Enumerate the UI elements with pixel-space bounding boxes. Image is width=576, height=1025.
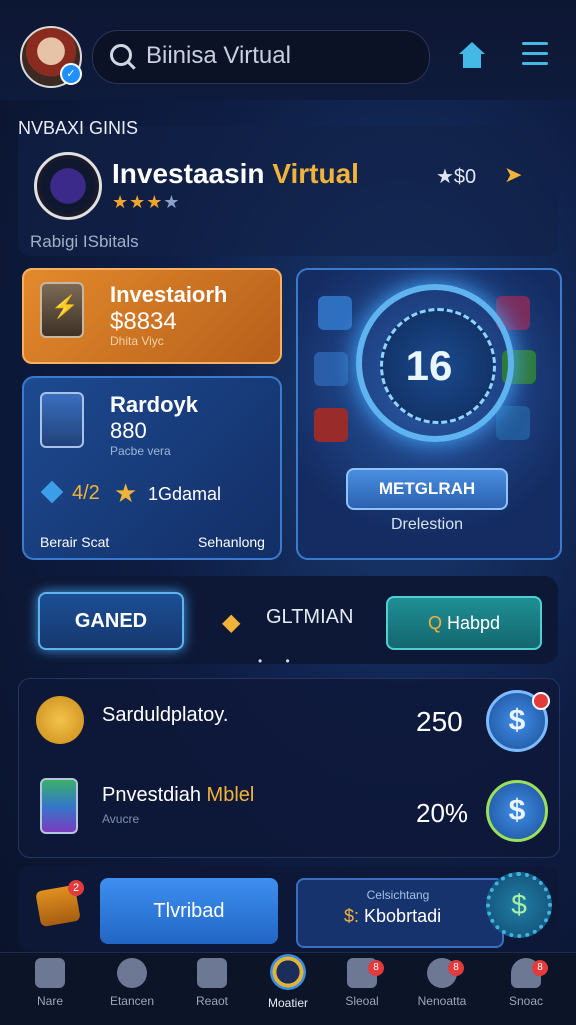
star-rating: ★★★★ xyxy=(112,192,181,213)
profile-name-accent: Virtual xyxy=(272,158,359,189)
gear-dollar-icon[interactable]: $ xyxy=(486,872,552,938)
investment-value: $8834 xyxy=(110,308,177,335)
search-icon xyxy=(117,958,147,988)
list-item-sub: Avucre xyxy=(102,812,140,826)
nav-item-search[interactable]: Etancen xyxy=(100,958,164,1008)
profile-sub-label: Rabigi ISbitals xyxy=(30,232,139,251)
stats-sub: Pacbe vera xyxy=(110,444,171,458)
profile-name: Investaasin Virtual xyxy=(112,158,359,190)
home-icon xyxy=(35,958,65,988)
tab-help[interactable]: Q Habpd xyxy=(386,596,542,650)
rating-value: ★$0 xyxy=(436,166,477,188)
list-item-label-accent: Mblel xyxy=(206,784,255,806)
stats-title: Rardoyk xyxy=(110,392,199,417)
nav-badge: 8 xyxy=(532,960,548,976)
chart-icon xyxy=(314,408,348,442)
tab-help-label: Habpd xyxy=(446,613,501,633)
nav-item-monitor[interactable]: Moatier xyxy=(256,954,320,1010)
list-item-label: Sarduldplatoy. xyxy=(102,704,229,726)
document-icon xyxy=(40,392,84,448)
nav-badge: 8 xyxy=(448,960,464,976)
stats-value: 880 xyxy=(110,418,147,443)
cup-icon xyxy=(34,152,102,220)
tab-middle[interactable]: GLTMIAN xyxy=(266,606,353,629)
phone-bolt-icon xyxy=(40,282,84,338)
verified-badge-icon: ✓ xyxy=(60,63,82,85)
cup-small-icon xyxy=(496,406,530,440)
secondary-action-caption: Celsichtang xyxy=(366,888,430,902)
stats-footer-right[interactable]: Sehanlong xyxy=(198,534,265,550)
coin-stack-icon xyxy=(36,696,84,744)
help-icon: Q xyxy=(427,613,442,633)
tab-gamed[interactable]: GANED xyxy=(38,592,184,650)
search-input[interactable]: Biinisa Virtual xyxy=(146,42,291,70)
shield-icon xyxy=(318,296,352,330)
bar-chart-icon xyxy=(314,352,348,386)
target-icon xyxy=(270,954,306,990)
nav-label: Nare xyxy=(36,994,63,1008)
dial-caption: Drelestion xyxy=(390,516,464,533)
page-dots[interactable]: • • xyxy=(258,654,300,668)
nav-label: Snoac xyxy=(508,994,544,1008)
gold-label: 1Gdamal xyxy=(148,484,222,504)
investment-sub: Dhita Viyc xyxy=(110,334,164,348)
dial-number: 16 xyxy=(405,342,453,389)
transaction-list xyxy=(18,678,560,858)
nav-item-report[interactable]: Reaot xyxy=(180,958,244,1008)
nav-item-home[interactable]: Nare xyxy=(18,958,82,1008)
list-item-value: 20% xyxy=(416,798,469,828)
nav-item-messages[interactable]: 8 Nenoatta xyxy=(410,958,474,1008)
nav-label: Sleoal xyxy=(345,994,379,1008)
ticket-icon: ◆ xyxy=(222,609,241,636)
dollar-coin-icon[interactable]: $ xyxy=(486,780,548,842)
stars-empty: ★ xyxy=(163,192,181,212)
nav-label: Nenoatta xyxy=(417,994,467,1008)
investment-title: Investaiorh xyxy=(110,282,228,307)
star-icon: ★ xyxy=(114,478,138,508)
notification-dot xyxy=(532,692,550,710)
nav-label: Reaot xyxy=(195,994,229,1008)
primary-action-button[interactable]: Tlvribad xyxy=(100,878,278,944)
search-icon[interactable] xyxy=(110,44,132,66)
secondary-action-icon: $: xyxy=(344,906,360,926)
secondary-action-label: $: Kbobrtadi xyxy=(344,906,441,927)
nav-item-profile[interactable]: 8 Snoac xyxy=(494,958,558,1008)
send-icon[interactable]: ➤ xyxy=(504,162,522,188)
chest-badge: 2 xyxy=(68,880,84,896)
nav-item-social[interactable]: 8 Sleoal xyxy=(330,958,394,1008)
nav-label: Moatier xyxy=(267,996,308,1010)
nav-label: Etancen xyxy=(109,994,155,1008)
document-icon xyxy=(197,958,227,988)
meter-button[interactable]: METGLRAH xyxy=(346,468,508,510)
profile-name-main: Investaasin xyxy=(112,158,265,189)
list-item-value: 250 xyxy=(416,706,463,737)
home-icon[interactable] xyxy=(458,40,486,70)
gem-count: 4/2 xyxy=(72,482,100,504)
section-title: NVBAXI GINIS xyxy=(18,118,139,138)
stars-filled: ★★★ xyxy=(112,192,164,212)
hamburger-menu-icon[interactable] xyxy=(522,42,548,68)
stats-footer-left[interactable]: Berair Scat xyxy=(40,534,109,550)
list-item-label: Pnvestdiah Mblel xyxy=(102,784,254,807)
tablet-icon xyxy=(40,778,78,834)
nav-badge: 8 xyxy=(368,960,384,976)
secondary-action-text: Kbobrtadi xyxy=(364,906,442,926)
list-item-label-main: Pnvestdiah xyxy=(102,784,201,806)
